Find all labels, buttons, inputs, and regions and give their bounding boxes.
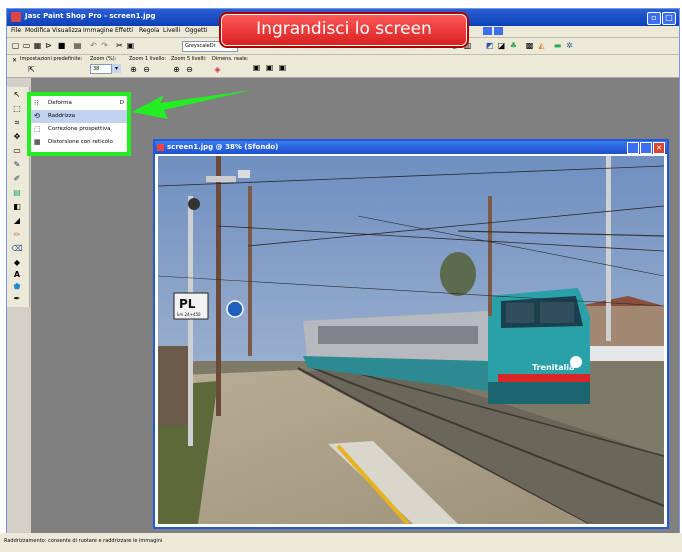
move-icon[interactable]: ✥ xyxy=(10,131,24,143)
doc-restore-icon[interactable] xyxy=(483,27,492,35)
deform-icon: ⁝⁝ xyxy=(34,99,39,107)
image-window-title: screen1.jpg @ 38% (Sfondo) xyxy=(167,143,279,151)
actual-size-icon[interactable]: ◈ xyxy=(213,65,222,74)
save-icon[interactable]: ■ xyxy=(57,41,66,50)
actual-size-label: Dimens. reale: xyxy=(212,56,249,62)
tool-options-bar: ✕ Impostazioni predefinite: ⇱ Zoom (%): … xyxy=(7,55,679,78)
brush-variance-icon[interactable]: ◩ xyxy=(485,41,494,50)
app-title: Jasc Paint Shop Pro - screen1.jpg xyxy=(25,12,156,20)
minimize-icon[interactable]: ▫ xyxy=(647,12,661,25)
maximize-icon[interactable]: □ xyxy=(662,12,676,25)
zoom-callout: Ingrandisci lo screen xyxy=(219,12,469,48)
status-bar: Raddrizzamento: consente di ruotare e ra… xyxy=(0,533,682,552)
doc-icon xyxy=(157,144,164,151)
straighten-icon: ⟲ xyxy=(34,112,40,120)
color-replacer-icon[interactable]: ⬟ xyxy=(10,281,24,293)
menu-item-deform[interactable]: ⁝⁝ Deforma D xyxy=(31,97,127,110)
pl-sign-km: km 24+450 xyxy=(177,312,201,317)
image-window-title-bar[interactable]: screen1.jpg @ 38% (Sfondo) ✕ xyxy=(155,141,667,154)
text-tool-icon[interactable]: A xyxy=(10,269,24,281)
menu-immagine[interactable]: Immagine xyxy=(83,27,113,34)
open-icon[interactable]: ▭ xyxy=(22,41,31,50)
perspective-icon: ⬚ xyxy=(34,125,41,133)
image-maximize-icon[interactable] xyxy=(640,142,652,154)
dodge-icon[interactable]: ◢ xyxy=(10,215,24,227)
zoom-5-label: Zoom 5 livelli: xyxy=(171,56,207,62)
menu-item-perspective[interactable]: ⬚ Correzione prospettiva xyxy=(31,123,127,136)
pl-sign: PL xyxy=(179,297,196,311)
shape-icon[interactable]: ▭ xyxy=(10,145,24,157)
paste-icon[interactable]: ▣ xyxy=(126,41,135,50)
deform-flyout-menu: ⁝⁝ Deforma D ⟲ Raddrizza ⬚ Correzione pr… xyxy=(27,92,131,156)
status-text: Raddrizzamento: consente di ruotare e ra… xyxy=(4,538,163,544)
train-logo: Trenitalia xyxy=(532,363,575,372)
zoom-level-label: Zoom 1 livello: xyxy=(129,56,167,62)
menu-effetti[interactable]: Effetti xyxy=(115,27,133,34)
preset-dropdown-icon[interactable]: ⇱ xyxy=(27,65,36,74)
learning-center-icon[interactable]: ▩ xyxy=(525,41,534,50)
clone-icon[interactable]: ✐ xyxy=(10,173,24,185)
view-icon-3[interactable]: ▣ xyxy=(278,63,287,72)
arrow-icon xyxy=(132,90,252,119)
tool-options-icon[interactable]: ♣ xyxy=(509,41,518,50)
menu-visualizza[interactable]: Visualizza xyxy=(52,27,82,34)
image-window: screen1.jpg @ 38% (Sfondo) ✕ Trenitalia … xyxy=(153,139,669,529)
crop-icon[interactable]: ⌗ xyxy=(10,117,24,129)
image-minimize-icon[interactable] xyxy=(627,142,639,154)
zoom-out-5-icon[interactable]: ⊖ xyxy=(185,65,194,74)
view-icon-1[interactable]: ▣ xyxy=(252,63,261,72)
zoom-percent-label: Zoom (%): xyxy=(90,56,117,62)
browse-icon[interactable]: ▦ xyxy=(33,41,42,50)
paint-brush-icon[interactable]: ✎ xyxy=(10,159,24,171)
app-icon xyxy=(11,12,21,22)
dropper-icon[interactable]: ✒ xyxy=(10,293,24,305)
smudge-icon[interactable]: ✏ xyxy=(10,229,24,241)
scan-icon[interactable]: ⊳ xyxy=(44,41,53,50)
retouch-icon[interactable]: ⌫ xyxy=(10,243,24,255)
cut-icon[interactable]: ✂ xyxy=(115,41,124,50)
close-options-icon[interactable]: ✕ xyxy=(10,56,19,65)
eraser-icon[interactable]: ◧ xyxy=(10,201,24,213)
text-icon[interactable]: ◆ xyxy=(10,257,24,269)
new-icon[interactable]: ▢ xyxy=(11,41,20,50)
doc-close-icon[interactable] xyxy=(494,27,503,35)
zoom-input[interactable]: 38 xyxy=(90,64,112,74)
undo-icon[interactable]: ↶ xyxy=(89,41,98,50)
menu-regola[interactable]: Regola xyxy=(139,27,159,34)
image-close-icon[interactable]: ✕ xyxy=(653,142,665,154)
print-icon[interactable]: ▤ xyxy=(73,41,82,50)
mesh-warp-icon: ▦ xyxy=(34,138,41,146)
redo-icon[interactable]: ↷ xyxy=(100,41,109,50)
menu-file[interactable]: File xyxy=(11,27,21,34)
train-photo[interactable]: Trenitalia PL km 24+450 xyxy=(158,156,664,524)
menu-modifica[interactable]: Modifica xyxy=(25,27,50,34)
overview-icon[interactable]: ◪ xyxy=(497,41,506,50)
zoom-out-1-icon[interactable]: ⊖ xyxy=(142,65,151,74)
zoom-in-1-icon[interactable]: ⊕ xyxy=(129,65,138,74)
zoom-in-5-icon[interactable]: ⊕ xyxy=(172,65,181,74)
menu-oggetti[interactable]: Oggetti xyxy=(185,27,207,34)
menu-livelli[interactable]: Livelli xyxy=(163,27,180,34)
menu-item-straighten[interactable]: ⟲ Raddrizza xyxy=(31,110,127,123)
view-icon-2[interactable]: ▣ xyxy=(265,63,274,72)
pointer-icon[interactable]: ↖ xyxy=(10,89,24,101)
palette-icon[interactable]: ▬ xyxy=(553,41,562,50)
materials-icon[interactable]: ✲ xyxy=(565,41,574,50)
menu-item-mesh-warp[interactable]: ▦ Distorsione con reticolo xyxy=(31,136,127,149)
zoom-stepper[interactable]: ▾ xyxy=(112,64,121,73)
fill-icon[interactable]: ▤ xyxy=(10,187,24,199)
preset-label: Impostazioni predefinite: xyxy=(20,56,83,62)
script-icon[interactable]: ◭ xyxy=(537,41,546,50)
selection-icon[interactable]: ⬚ xyxy=(10,103,24,115)
